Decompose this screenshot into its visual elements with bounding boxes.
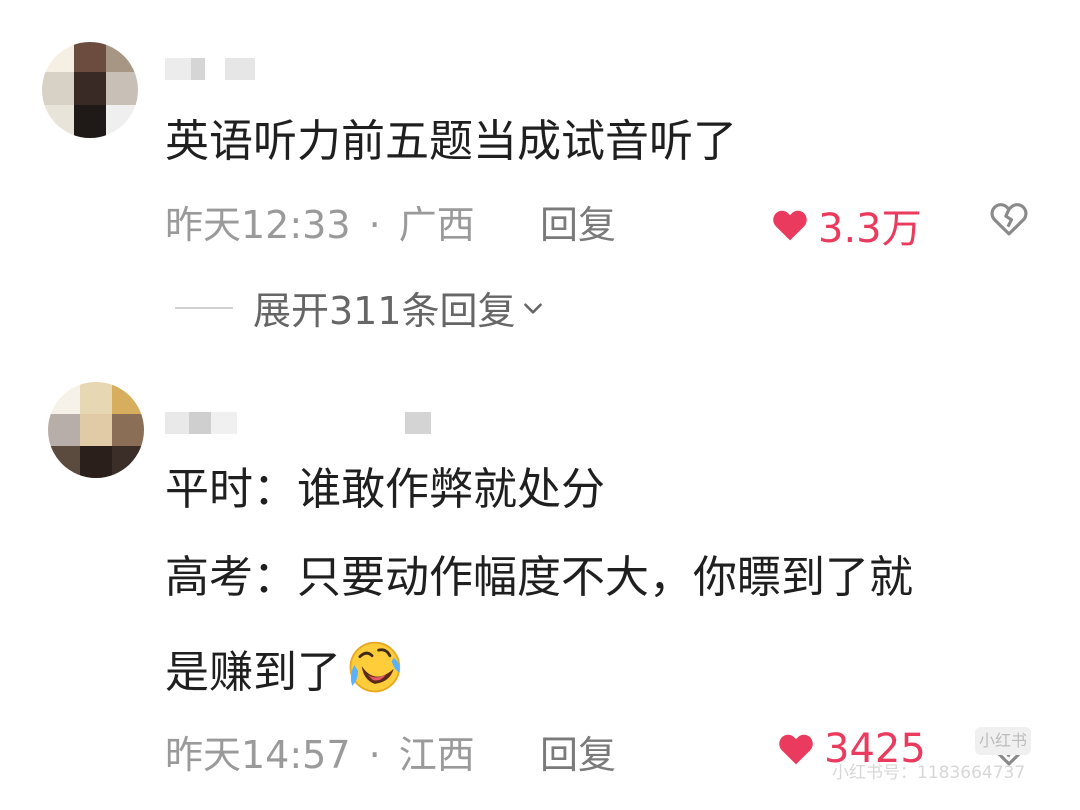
comment-text: 英语听力前五题当成试音听了 [165,116,737,167]
location: 江西 [398,733,475,777]
reply-button[interactable]: 回复 [540,194,616,249]
comment-meta: 昨天14:57 · 江西 [165,724,475,779]
divider-dash [175,306,233,309]
username[interactable] [165,412,435,434]
watermark-text: 小红书号：1183664737 [832,763,1026,783]
timestamp: 昨天14:57 [165,733,351,777]
chevron-down-icon [523,302,542,314]
separator: · [368,733,381,777]
expand-replies-button[interactable]: 展开311条回复 [175,280,546,335]
avatar[interactable] [42,42,138,138]
like-count: 3.3万 [818,206,922,252]
separator: · [368,203,381,247]
location: 广西 [398,203,475,247]
reply-button[interactable]: 回复 [540,724,616,779]
comment-text-line-1: 平时：谁敢作弊就处分 [165,464,605,515]
broken-heart-icon[interactable] [988,198,1030,240]
expand-replies-label: 展开311条回复 [253,289,516,333]
rolling-laughing-emoji [349,641,401,693]
heart-icon [773,210,807,241]
timestamp: 昨天12:33 [165,203,351,247]
watermark-badge: 小红书 [975,727,1031,755]
comment-text-line-3-text: 是赚到了 [165,647,341,698]
heart-icon [779,734,813,765]
username[interactable] [165,58,260,80]
avatar[interactable] [48,382,144,478]
comment-meta: 昨天12:33 · 广西 [165,194,475,249]
like-button[interactable]: 3.3万 [770,196,922,254]
comment-text-line-3: 是赚到了 [165,637,403,701]
comment-text-line-2: 高考：只要动作幅度不大，你瞟到了就 [165,552,913,603]
